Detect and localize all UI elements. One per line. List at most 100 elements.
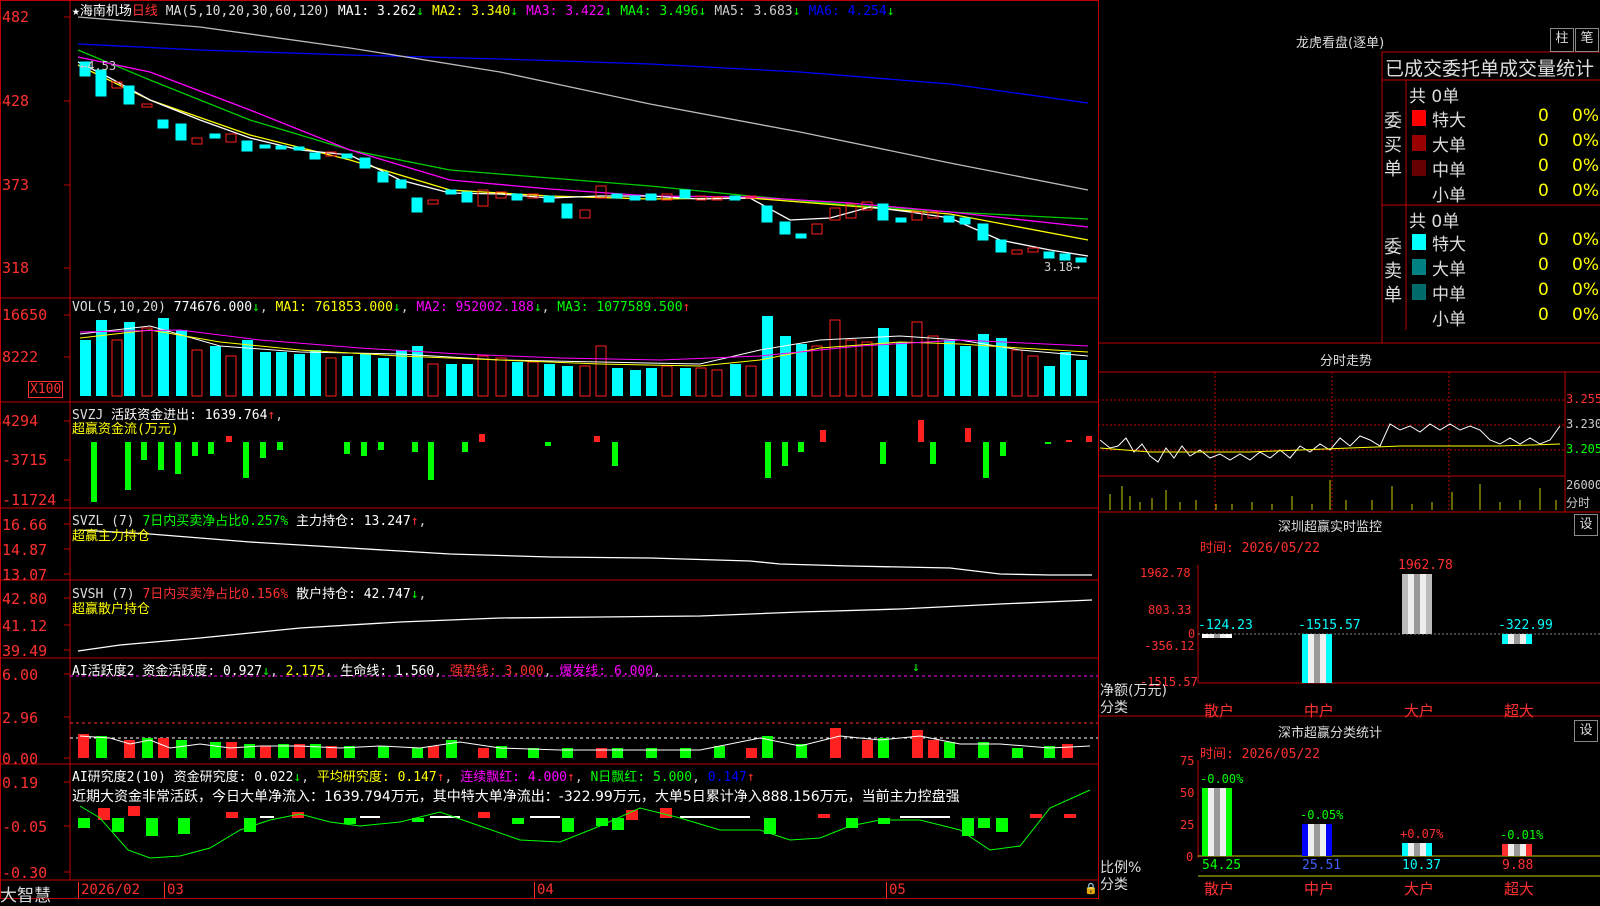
star-icon[interactable]: ★ bbox=[72, 4, 80, 19]
intraday-title: 分时走势 bbox=[1320, 354, 1373, 369]
ma-value-5: MA5: 3.683↓ bbox=[714, 4, 801, 19]
order-size-name: 小单 bbox=[1432, 186, 1466, 206]
bar-value-label: -1515.57 bbox=[1298, 618, 1361, 633]
ma-values: MA1: 3.262↓ MA2: 3.340↓ MA3: 3.422↓ MA4: 3.… bbox=[338, 4, 903, 19]
y-tick: 16.66 bbox=[2, 516, 48, 534]
bar-value-label: -124.23 bbox=[1198, 618, 1253, 633]
buy-total: 共 0单 bbox=[1409, 87, 1460, 107]
category-label: 散户 bbox=[1204, 880, 1235, 898]
classify-settings-button[interactable]: 设 bbox=[1574, 720, 1598, 742]
order-size-swatch bbox=[1412, 135, 1426, 151]
down-arrow-icon: ↓ bbox=[912, 660, 920, 675]
order-size-swatch bbox=[1412, 309, 1426, 325]
order-count: 0 bbox=[1538, 305, 1549, 325]
order-size-name: 中单 bbox=[1432, 161, 1466, 181]
y-tick: 41.12 bbox=[2, 617, 48, 635]
monitor-title: 深圳超赢实时监控 bbox=[1278, 520, 1383, 535]
y-tick: -356.12 bbox=[1144, 639, 1195, 653]
bar-view-button[interactable]: 柱 bbox=[1550, 28, 1574, 52]
ma-value-6: MA6: 4.254↓ bbox=[808, 4, 895, 19]
y-tick: 6.00 bbox=[2, 666, 39, 684]
y-tick: 14.87 bbox=[2, 541, 48, 559]
y-tick: 1962.78 bbox=[1140, 566, 1191, 580]
brand-logo: 大智慧 bbox=[0, 886, 51, 906]
fund-analysis-note: 近期大资金非常活跃，今日大单净流入：1639.794万元，其中特大单净流出：-3… bbox=[72, 789, 960, 805]
order-percent: 0% bbox=[1572, 131, 1599, 151]
stock-name: 海南机场 bbox=[79, 4, 132, 19]
bar bbox=[1502, 843, 1532, 856]
order-size-name: 中单 bbox=[1432, 285, 1466, 305]
category-label: 超大 bbox=[1504, 880, 1535, 898]
order-size-name: 大单 bbox=[1432, 260, 1466, 280]
ai-research-header: AI研究度2(10) 资金研究度: 0.022↓, 平均研究度: 0.147↑,… bbox=[72, 770, 755, 785]
order-count: 0 bbox=[1538, 131, 1549, 151]
order-size-swatch bbox=[1412, 110, 1426, 126]
order-size-name: 小单 bbox=[1432, 310, 1466, 330]
bar-value-label: 54.25 bbox=[1202, 858, 1242, 873]
order-size-name: 特大 bbox=[1432, 111, 1466, 131]
down-arrow-icon: ↓ bbox=[604, 4, 613, 19]
bar bbox=[1402, 574, 1432, 634]
order-size-swatch bbox=[1412, 234, 1426, 250]
x-tick: 04 bbox=[534, 882, 554, 898]
down-arrow-icon: ↓ bbox=[510, 4, 519, 19]
y-tick: 0 bbox=[1186, 850, 1194, 864]
category-label: 大户 bbox=[1404, 702, 1435, 720]
classify-axis-sub: 分类 bbox=[1100, 877, 1128, 893]
y-tick: 3.230 bbox=[1566, 417, 1600, 431]
order-count: 0 bbox=[1538, 230, 1549, 250]
bar-value-label: 10.37 bbox=[1402, 858, 1442, 873]
y-tick: -0.30 bbox=[2, 864, 48, 882]
x-tick: 03 bbox=[164, 882, 184, 898]
category-label: 散户 bbox=[1204, 702, 1235, 720]
down-arrow-icon: ↓ bbox=[792, 4, 801, 19]
x-tick: 2026/02 bbox=[78, 882, 140, 898]
down-arrow-icon: ↓ bbox=[886, 4, 895, 19]
y-tick: 0.19 bbox=[2, 774, 39, 792]
category-label: 中户 bbox=[1304, 702, 1335, 720]
period-label[interactable]: 日线 bbox=[132, 4, 158, 19]
order-percent: 0% bbox=[1572, 230, 1599, 250]
bar-value-label: 1962.78 bbox=[1398, 558, 1453, 573]
low-price-label: 3.18→ bbox=[1044, 260, 1081, 274]
monitor-settings-button[interactable]: 设 bbox=[1574, 514, 1598, 536]
bar-value-label: 25.51 bbox=[1302, 858, 1342, 873]
order-percent: 0% bbox=[1572, 181, 1599, 201]
bar-change-label: -0.05% bbox=[1300, 808, 1344, 823]
longhu-subtitle: 已成交委托单成交量统计 bbox=[1385, 58, 1595, 80]
lock-icon[interactable]: 🔒 bbox=[1084, 882, 1098, 895]
volume-header: VOL(5,10,20) 774676.000↓, MA1: 761853.00… bbox=[72, 300, 691, 315]
main-header: ★海南机场日线 MA(5,10,20,30,60,120) MA1: 3.262… bbox=[72, 0, 903, 19]
down-arrow-icon: ↓ bbox=[698, 4, 707, 19]
sell-total: 共 0单 bbox=[1409, 212, 1460, 232]
order-count: 0 bbox=[1538, 156, 1549, 176]
volume-unit-button[interactable]: X100 bbox=[28, 381, 64, 398]
svsh-subtitle: 超赢散户持仓 bbox=[72, 602, 151, 617]
down-arrow-icon: ↓ bbox=[416, 4, 424, 19]
order-size-name: 特大 bbox=[1432, 235, 1466, 255]
bar bbox=[1202, 788, 1232, 856]
longhu-title: 龙虎看盘(逐单) bbox=[1296, 36, 1385, 51]
y-tick: -3715 bbox=[2, 451, 48, 469]
y-tick: 3.255 bbox=[1566, 392, 1600, 406]
order-count: 0 bbox=[1538, 106, 1549, 126]
y-tick: 16650 bbox=[2, 306, 48, 324]
y-tick: -0.05 bbox=[2, 818, 48, 836]
order-count: 0 bbox=[1538, 280, 1549, 300]
order-count: 0 bbox=[1538, 181, 1549, 201]
classify-date: 时间: 2026/05/22 bbox=[1200, 747, 1320, 762]
bar-value-label: -322.99 bbox=[1498, 618, 1553, 633]
category-label: 中户 bbox=[1304, 880, 1335, 898]
y-tick: 42.80 bbox=[2, 590, 48, 608]
bar-value-label: 9.88 bbox=[1502, 858, 1534, 873]
order-percent: 0% bbox=[1572, 156, 1599, 176]
bar bbox=[1302, 634, 1332, 683]
y-tick: 4294 bbox=[2, 412, 39, 430]
y-tick: -11724 bbox=[2, 491, 57, 509]
order-percent: 0% bbox=[1572, 305, 1599, 325]
monitor-date: 时间: 2026/05/22 bbox=[1200, 541, 1320, 556]
monitor-axis-sub: 分类 bbox=[1100, 700, 1128, 716]
order-percent: 0% bbox=[1572, 255, 1599, 275]
y-tick: 50 bbox=[1180, 786, 1195, 800]
tick-view-button[interactable]: 笔 bbox=[1575, 28, 1599, 52]
